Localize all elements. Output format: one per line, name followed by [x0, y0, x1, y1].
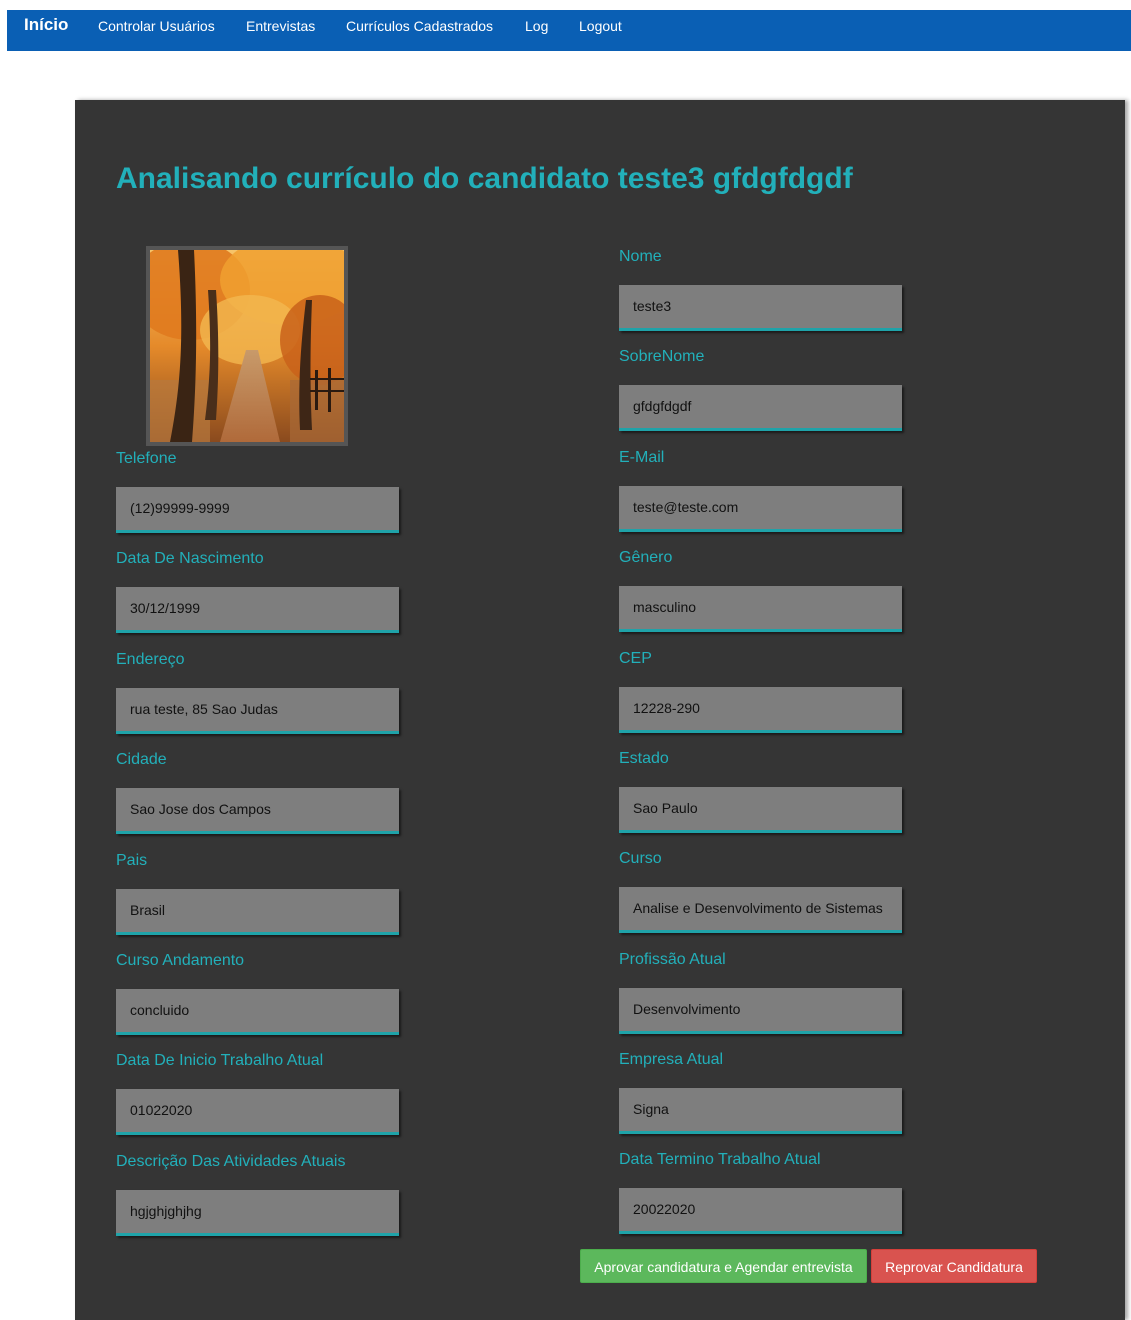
curriculum-panel: Analisando currículo do candidato teste3… [75, 100, 1125, 1320]
field-telefone[interactable]: (12)99999-9999 [116, 487, 399, 533]
nav-controlar-usuarios[interactable]: Controlar Usuários [98, 18, 215, 34]
label-data-termino-trabalho: Data Termino Trabalho Atual [619, 1151, 821, 1168]
label-telefone: Telefone [116, 450, 177, 467]
field-pais[interactable]: Brasil [116, 889, 399, 935]
field-cidade[interactable]: Sao Jose dos Campos [116, 788, 399, 834]
label-profissao-atual: Profissão Atual [619, 951, 726, 968]
label-nome: Nome [619, 248, 662, 265]
autumn-path-picture [150, 250, 344, 442]
label-curso-andamento: Curso Andamento [116, 952, 245, 969]
nav-brand-inicio[interactable]: Início [24, 16, 68, 34]
field-estado[interactable]: Sao Paulo [619, 787, 902, 833]
label-genero: Gênero [619, 549, 673, 566]
label-data-inicio-trabalho: Data De Inicio Trabalho Atual [116, 1052, 324, 1069]
label-email: E-Mail [619, 449, 665, 466]
field-sobrenome[interactable]: gfdgfdgdf [619, 385, 902, 431]
label-curso: Curso [619, 850, 662, 867]
candidate-photo-image [150, 250, 344, 442]
nav-entrevistas[interactable]: Entrevistas [246, 18, 315, 34]
top-navbar: Início Controlar Usuários Entrevistas Cu… [7, 10, 1131, 51]
label-sobrenome: SobreNome [619, 348, 705, 365]
field-genero[interactable]: masculino [619, 586, 902, 632]
field-curso-andamento[interactable]: concluido [116, 989, 399, 1035]
field-data-inicio-trabalho[interactable]: 01022020 [116, 1089, 399, 1135]
field-cep[interactable]: 12228-290 [619, 687, 902, 733]
nav-log[interactable]: Log [525, 18, 548, 34]
field-descricao-atividades[interactable]: hgjghjghjhg [116, 1190, 399, 1236]
approve-and-schedule-button[interactable]: Aprovar candidatura e Agendar entrevista [580, 1249, 867, 1283]
field-data-termino-trabalho[interactable]: 20022020 [619, 1188, 902, 1234]
label-data-nascimento: Data De Nascimento [116, 550, 264, 567]
nav-logout[interactable]: Logout [579, 18, 622, 34]
field-empresa-atual[interactable]: Signa [619, 1088, 902, 1134]
candidate-photo [146, 246, 348, 446]
field-data-nascimento[interactable]: 30/12/1999 [116, 587, 399, 633]
label-cidade: Cidade [116, 751, 167, 768]
nav-curriculos-cadastrados[interactable]: Currículos Cadastrados [346, 18, 493, 34]
page-title: Analisando currículo do candidato teste3… [116, 162, 853, 195]
field-curso[interactable]: Analise e Desenvolvimento de Sistemas [619, 887, 902, 933]
label-empresa-atual: Empresa Atual [619, 1051, 724, 1068]
reject-application-button[interactable]: Reprovar Candidatura [871, 1249, 1037, 1283]
label-cep: CEP [619, 650, 652, 667]
field-email[interactable]: teste@teste.com [619, 486, 902, 532]
label-descricao-atividades: Descrição Das Atividades Atuais [116, 1153, 346, 1170]
label-endereco: Endereço [116, 651, 185, 668]
label-estado: Estado [619, 750, 669, 767]
label-pais: Pais [116, 852, 148, 869]
field-nome[interactable]: teste3 [619, 285, 902, 331]
field-profissao-atual[interactable]: Desenvolvimento [619, 988, 902, 1034]
field-endereco[interactable]: rua teste, 85 Sao Judas [116, 688, 399, 734]
